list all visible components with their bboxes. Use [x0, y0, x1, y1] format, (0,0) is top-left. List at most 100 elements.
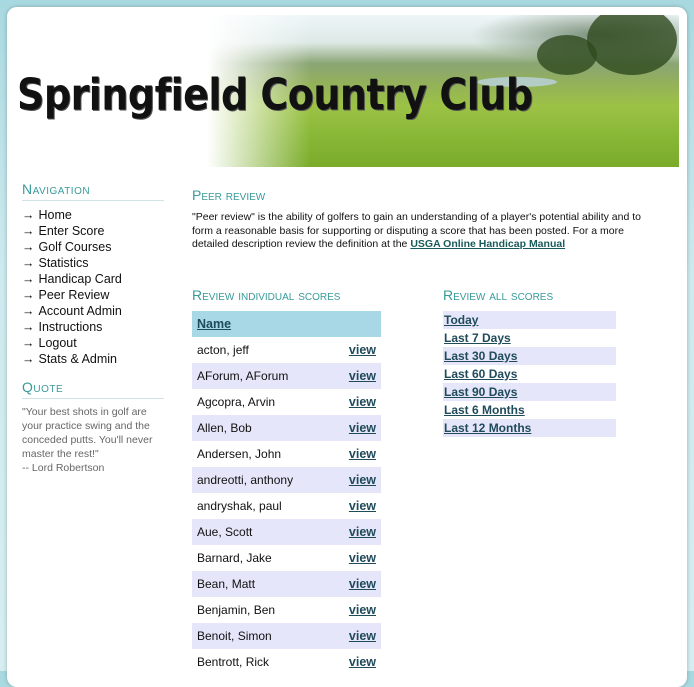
name-sort-link[interactable]: Name: [197, 317, 231, 331]
view-link[interactable]: view: [349, 499, 376, 513]
intro-paragraph: "Peer review" is the ability of golfers …: [192, 211, 647, 252]
period-list: Today Last 7 Days Last 30 Days Last 60 D…: [443, 311, 616, 437]
nav-item-home[interactable]: → Home: [22, 207, 164, 223]
table-row: acton, jeff view: [192, 337, 381, 363]
golfer-name: acton, jeff: [197, 343, 249, 357]
nav-item-label[interactable]: Account Admin: [39, 304, 122, 318]
arrow-icon: →: [22, 336, 35, 350]
table-header-row: Name: [192, 311, 381, 337]
view-link[interactable]: view: [349, 395, 376, 409]
arrow-icon: →: [22, 288, 35, 302]
nav-item-label[interactable]: Golf Courses: [39, 240, 112, 254]
arrow-icon: →: [22, 304, 35, 318]
golfer-name: Agcopra, Arvin: [197, 395, 276, 409]
nav-item-instructions[interactable]: → Instructions: [22, 319, 164, 335]
period-link[interactable]: Last 6 Months: [444, 403, 525, 417]
palm-tree-graphic: [587, 7, 677, 75]
period-last-6-months[interactable]: Last 6 Months: [443, 401, 616, 419]
nav-item-label[interactable]: Logout: [39, 336, 77, 350]
table-row: Benoit, Simon view: [192, 623, 381, 649]
nav-item-label[interactable]: Home: [39, 208, 72, 222]
period-last-30-days[interactable]: Last 30 Days: [443, 347, 616, 365]
golfer-name: Allen, Bob: [192, 415, 333, 441]
golfer-name: Bean, Matt: [192, 571, 333, 597]
palm-tree-graphic: [537, 35, 597, 75]
golfer-name: Benoit, Simon: [192, 623, 333, 649]
period-link[interactable]: Last 12 Months: [444, 421, 531, 435]
period-link[interactable]: Last 7 Days: [444, 331, 511, 345]
nav-item-stats-admin[interactable]: → Stats & Admin: [22, 351, 164, 367]
table-row: Aue, Scott view: [192, 519, 381, 545]
table-row: Andersen, John view: [192, 441, 381, 467]
golfer-name: Bentrott, Rick: [197, 655, 270, 669]
nav-item-label[interactable]: Handicap Card: [39, 272, 122, 286]
site-header: Springfield Country Club: [7, 7, 687, 167]
table-row: andryshak, paul view: [192, 493, 381, 519]
nav-item-account-admin[interactable]: → Account Admin: [22, 303, 164, 319]
view-link[interactable]: view: [349, 577, 376, 591]
arrow-icon: →: [22, 272, 35, 286]
period-last-7-days[interactable]: Last 7 Days: [443, 329, 616, 347]
page-frame: Springfield Country Club Navigation → Hom…: [7, 7, 687, 687]
main-content: Peer review "Peer review" is the ability…: [192, 187, 652, 669]
golfer-name: andreotti, anthony: [192, 467, 333, 493]
view-link[interactable]: view: [349, 343, 376, 357]
nav-list: → Home → Enter Score → Golf Courses → Statis…: [22, 207, 164, 367]
golfer-name: Aue, Scott: [192, 519, 333, 545]
table-row: Agcopra, Arvin view: [192, 389, 381, 415]
view-link[interactable]: view: [349, 655, 376, 669]
nav-item-label[interactable]: Instructions: [39, 320, 103, 334]
nav-item-peer-review[interactable]: → Peer Review: [22, 287, 164, 303]
view-link[interactable]: view: [349, 603, 376, 617]
period-link[interactable]: Last 30 Days: [444, 349, 517, 363]
period-last-90-days[interactable]: Last 90 Days: [443, 383, 616, 401]
golfer-table: Name acton, jeff view AForum, AForum view …: [192, 311, 381, 675]
review-individual-heading: Review individual scores: [192, 287, 341, 303]
quote-text: "Your best shots in golf are your practi…: [22, 405, 164, 475]
quote-body: "Your best shots in golf are your practi…: [22, 406, 153, 460]
nav-item-statistics[interactable]: → Statistics: [22, 255, 164, 271]
golfer-name: Barnard, Jake: [197, 551, 272, 565]
view-link[interactable]: view: [349, 447, 376, 461]
view-link[interactable]: view: [349, 525, 376, 539]
period-last-60-days[interactable]: Last 60 Days: [443, 365, 616, 383]
view-link[interactable]: view: [349, 369, 376, 383]
table-row: Bentrott, Rick view: [192, 649, 381, 675]
table-row: Allen, Bob view: [192, 415, 381, 441]
golfer-name: Benjamin, Ben: [197, 603, 276, 617]
period-today[interactable]: Today: [443, 311, 616, 329]
view-link[interactable]: view: [349, 551, 376, 565]
golfer-name: AForum, AForum: [192, 363, 333, 389]
review-all-section: Review all scores Today Last 7 Days Last…: [443, 287, 618, 437]
view-link[interactable]: view: [349, 421, 376, 435]
quote-heading: Quote: [22, 379, 164, 399]
review-all-heading: Review all scores: [443, 287, 554, 303]
nav-item-label[interactable]: Peer Review: [39, 288, 110, 302]
arrow-icon: →: [22, 352, 35, 366]
navigation-heading: Navigation: [22, 181, 164, 201]
view-link[interactable]: view: [349, 473, 376, 487]
usga-handicap-manual-link[interactable]: USGA Online Handicap Manual: [410, 238, 565, 250]
period-link[interactable]: Today: [444, 313, 478, 327]
golfer-name: andryshak, paul: [197, 499, 282, 513]
nav-item-label[interactable]: Stats & Admin: [39, 352, 118, 366]
period-link[interactable]: Last 90 Days: [444, 385, 517, 399]
nav-item-logout[interactable]: → Logout: [22, 335, 164, 351]
name-column-header[interactable]: Name: [192, 311, 381, 337]
arrow-icon: →: [22, 208, 35, 222]
nav-item-handicap-card[interactable]: → Handicap Card: [22, 271, 164, 287]
arrow-icon: →: [22, 224, 35, 238]
review-individual-section: Review individual scores Name acton, jef…: [192, 287, 382, 675]
table-row: Bean, Matt view: [192, 571, 381, 597]
arrow-icon: →: [22, 240, 35, 254]
view-link[interactable]: view: [349, 629, 376, 643]
period-link[interactable]: Last 60 Days: [444, 367, 517, 381]
golfer-name: Andersen, John: [197, 447, 282, 461]
nav-item-label[interactable]: Enter Score: [39, 224, 105, 238]
nav-item-golf-courses[interactable]: → Golf Courses: [22, 239, 164, 255]
table-row: AForum, AForum view: [192, 363, 381, 389]
nav-item-label[interactable]: Statistics: [39, 256, 89, 270]
nav-item-enter-score[interactable]: → Enter Score: [22, 223, 164, 239]
period-last-12-months[interactable]: Last 12 Months: [443, 419, 616, 437]
quote-block: Quote "Your best shots in golf are your …: [22, 379, 164, 475]
